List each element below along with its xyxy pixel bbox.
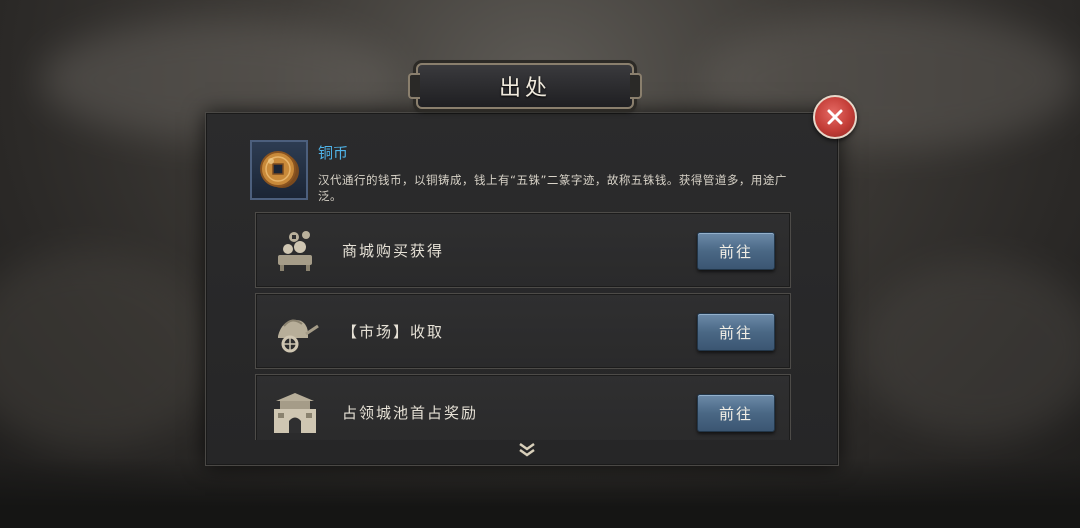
- double-chevron-down-icon[interactable]: [517, 442, 537, 458]
- source-label: 【市场】收取: [342, 323, 445, 341]
- background-ground: [0, 458, 1080, 528]
- shop-coins-icon: [278, 231, 312, 271]
- city-gate-icon: [274, 393, 316, 433]
- item-name: 铜币: [318, 144, 349, 162]
- source-label: 占领城池首占奖励: [342, 404, 479, 422]
- dialog-title: 出处: [498, 76, 551, 101]
- item-info: 铜币 汉代通行的钱币，以铜铸成，钱上有“五铢”二篆字迹，故称五铢钱。获得管道多，…: [250, 140, 800, 206]
- market-cart-icon: [278, 319, 319, 353]
- background-cloud: [0, 250, 220, 450]
- close-button[interactable]: [813, 95, 857, 139]
- background-cloud: [860, 260, 1080, 440]
- go-button[interactable]: 前往: [697, 313, 775, 351]
- source-list[interactable]: 商城购买获得 前往 【市场】收取 前往 占领城池首占奖励 前往: [255, 212, 791, 440]
- item-description: 汉代通行的钱币，以铜铸成，钱上有“五铢”二篆字迹，故称五铢钱。获得管道多，用途广…: [318, 173, 787, 203]
- close-icon: [827, 109, 843, 125]
- list-item: 占领城池首占奖励 前往: [255, 374, 791, 440]
- list-item: 【市场】收取 前往: [255, 293, 791, 369]
- source-label: 商城购买获得: [342, 242, 445, 260]
- go-button[interactable]: 前往: [697, 394, 775, 432]
- go-button[interactable]: 前往: [697, 232, 775, 270]
- list-item: 商城购买获得 前往: [255, 212, 791, 288]
- copper-coin-icon: [250, 140, 308, 200]
- dialog-title-plate: 出处: [408, 63, 642, 109]
